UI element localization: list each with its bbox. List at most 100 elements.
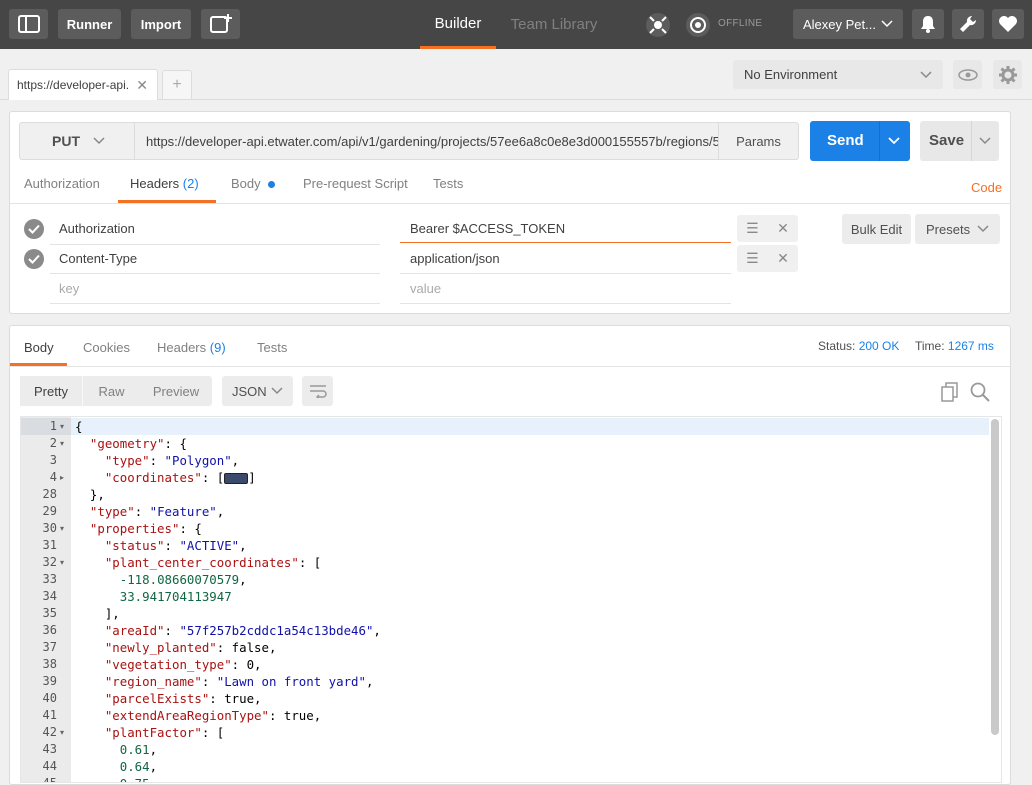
gear-icon	[998, 65, 1017, 84]
code-line: "region_name": "Lawn on front yard",	[104, 674, 374, 689]
tab-builder[interactable]: Builder	[420, 0, 496, 49]
notifications-button[interactable]	[912, 9, 944, 39]
search-icon[interactable]	[970, 382, 990, 405]
code-line: 0.61,	[119, 742, 158, 757]
status-value: 200 OK	[858, 339, 900, 353]
line-number: 32	[42, 555, 57, 569]
code-line: "plantFactor": [	[104, 725, 225, 740]
code-line: "type": "Polygon",	[104, 453, 240, 468]
user-menu-button[interactable]: Alexey Pet...	[793, 9, 903, 39]
header-value[interactable]: Bearer $ACCESS_TOKEN	[410, 221, 565, 236]
tab-headers[interactable]: Headers (2)	[118, 176, 216, 203]
fold-toggle-icon[interactable]: ▸	[60, 469, 64, 486]
request-tab-label: https://developer-api.	[17, 78, 130, 92]
time-value: 1267 ms	[947, 339, 994, 353]
menu-icon[interactable]: ☰	[746, 220, 759, 237]
tab-body[interactable]: Body	[231, 176, 276, 203]
response-tab-cookies[interactable]: Cookies	[83, 340, 130, 366]
url-input[interactable]: https://developer-api.etwater.com/api/v1…	[146, 123, 718, 159]
response-tab-headers[interactable]: Headers (9)	[157, 340, 226, 366]
header-value[interactable]: application/json	[410, 251, 500, 266]
sidebar-toggle-button[interactable]	[9, 9, 48, 39]
code-line: "status": "ACTIVE",	[104, 538, 247, 553]
manage-environments-button[interactable]	[993, 60, 1022, 89]
chevron-down-icon	[271, 387, 283, 395]
close-icon[interactable]: ✕	[777, 220, 789, 237]
code-line: "newly_planted": false,	[104, 640, 277, 655]
sidebar-icon	[17, 15, 40, 33]
new-header-value-input[interactable]: value	[410, 281, 441, 296]
code-line: 0.64,	[119, 759, 158, 774]
fold-toggle-icon[interactable]: ▾	[60, 435, 64, 452]
fold-toggle-icon[interactable]: ▾	[60, 554, 64, 571]
header-key[interactable]: Content-Type	[59, 251, 137, 266]
line-number: 1	[49, 419, 57, 433]
response-tab-tests[interactable]: Tests	[257, 340, 287, 366]
fold-toggle-icon[interactable]: ▾	[60, 520, 64, 537]
chevron-down-icon[interactable]	[888, 137, 900, 145]
line-number: 36	[42, 623, 57, 637]
line-number: 45	[42, 776, 57, 783]
time-label: Time:	[915, 339, 945, 353]
response-status: Status: 200 OK	[818, 339, 899, 353]
line-number: 28	[42, 487, 57, 501]
line-number: 4	[49, 470, 57, 484]
heart-icon	[999, 16, 1017, 32]
code-line: "coordinates": []	[104, 470, 256, 485]
support-button[interactable]	[992, 9, 1024, 39]
line-number: 37	[42, 640, 57, 654]
code-line: 0.75	[75, 775, 150, 782]
environment-quick-look-button[interactable]	[953, 60, 982, 89]
code-line: "vegetation_type": 0,	[104, 657, 262, 672]
language-select[interactable]: JSON	[222, 376, 293, 406]
copy-icon[interactable]	[941, 382, 959, 405]
header-enabled-checkbox[interactable]	[24, 219, 44, 239]
tab-team-library[interactable]: Team Library	[506, 0, 602, 49]
format-pretty-button[interactable]: Pretty	[20, 376, 83, 406]
tab-authorization[interactable]: Authorization	[24, 176, 100, 203]
close-icon[interactable]: ✕	[777, 250, 789, 267]
params-button[interactable]: Params	[718, 123, 798, 159]
menu-icon[interactable]: ☰	[746, 250, 759, 267]
settings-button[interactable]	[952, 9, 984, 39]
method-select[interactable]: PUT	[20, 123, 135, 159]
format-raw-button[interactable]: Raw	[83, 384, 140, 399]
add-tab-button[interactable]: +	[162, 70, 192, 99]
presets-button[interactable]: Presets	[915, 214, 1000, 244]
code-line: ],	[75, 606, 120, 621]
wrap-lines-button[interactable]	[302, 376, 333, 406]
format-toggle: Pretty Raw Preview	[20, 376, 212, 406]
header-key[interactable]: Authorization	[59, 221, 135, 236]
interceptor-icon[interactable]	[643, 10, 673, 40]
code-line: "type": "Feature",	[89, 504, 225, 519]
import-button[interactable]: Import	[131, 9, 191, 39]
tab-tests[interactable]: Tests	[433, 176, 463, 203]
save-button[interactable]: Save	[920, 121, 999, 161]
environment-select[interactable]: No Environment	[733, 60, 943, 89]
code-line: "extendAreaRegionType": true,	[104, 708, 322, 723]
editor-scrollbar[interactable]	[991, 419, 999, 735]
fold-toggle-icon[interactable]: ▾	[60, 418, 64, 435]
new-header-key-input[interactable]: key	[59, 281, 79, 296]
line-number: 41	[42, 708, 57, 722]
tab-pre-request-script[interactable]: Pre-request Script	[303, 176, 408, 203]
header-enabled-checkbox[interactable]	[24, 249, 44, 269]
bulk-edit-button[interactable]: Bulk Edit	[842, 214, 911, 244]
send-button[interactable]: Send	[810, 121, 910, 161]
runner-button[interactable]: Runner	[58, 9, 121, 39]
wrench-icon	[960, 15, 977, 33]
line-number: 43	[42, 742, 57, 756]
new-window-button[interactable]	[201, 9, 240, 39]
generate-code-link[interactable]: Code	[971, 180, 1002, 195]
fold-toggle-icon[interactable]: ▾	[60, 724, 64, 741]
sync-icon[interactable]	[683, 10, 713, 40]
request-tab[interactable]: https://developer-api. ✕	[8, 69, 158, 100]
response-body-editor[interactable]: 1 ▾{2 ▾ "geometry": {3 "type": "Polygon", 4…	[20, 416, 1002, 783]
response-tab-headers-label: Headers	[157, 340, 207, 355]
close-icon[interactable]: ✕	[136, 77, 148, 94]
response-tab-body[interactable]: Body	[10, 340, 67, 366]
send-label: Send	[827, 132, 864, 149]
line-number: 29	[42, 504, 57, 518]
chevron-down-icon[interactable]	[979, 137, 991, 145]
format-preview-button[interactable]: Preview	[140, 384, 212, 399]
